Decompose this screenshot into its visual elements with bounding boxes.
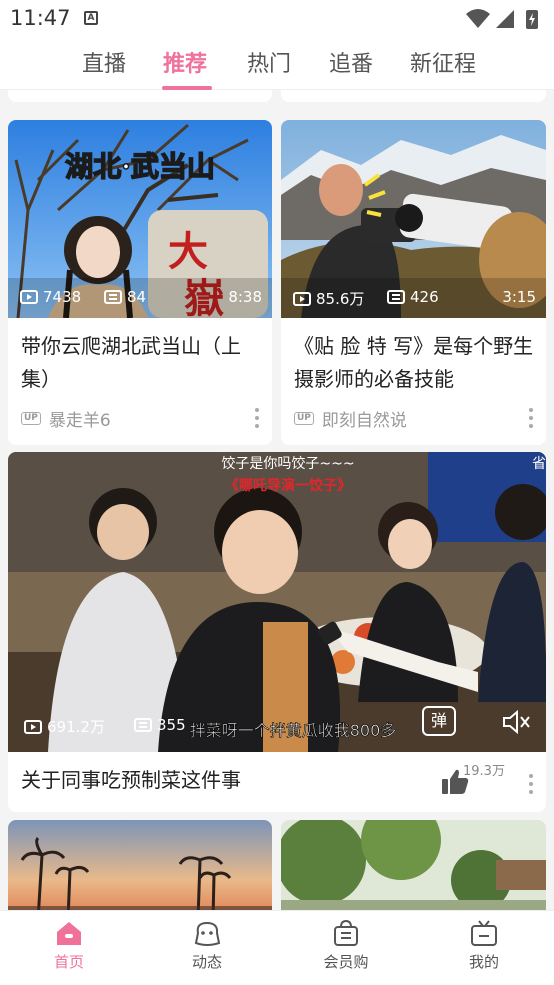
video-card-partial[interactable]: [8, 90, 272, 102]
nav-shop[interactable]: 会员购: [301, 919, 391, 972]
danmaku-icon: [104, 290, 122, 304]
nav-home[interactable]: 首页: [24, 919, 114, 972]
tab-new-journey[interactable]: 新征程: [410, 46, 476, 78]
video-stats: 691.2万 355: [24, 716, 536, 738]
shop-icon: [334, 919, 358, 946]
view-count: 691.2万: [24, 716, 105, 737]
danmaku-count-text: 355: [157, 716, 186, 734]
mute-icon[interactable]: [500, 708, 532, 736]
thumbnail-title-text: 湖北·武当山: [65, 150, 215, 183]
view-count-text: 7438: [43, 288, 82, 306]
author-name: 暴走羊6: [48, 411, 111, 431]
video-thumbnail[interactable]: 85.6万 426 3:15: [281, 120, 546, 318]
video-card[interactable]: [281, 820, 546, 910]
status-icons: [466, 9, 538, 29]
video-card[interactable]: [8, 820, 272, 910]
video-feed[interactable]: 湖北·武当山 大 嶽 7438 84 8:38 带你云爬湖北武当山（上集） UP…: [0, 90, 554, 910]
nav-dynamic[interactable]: 动态: [162, 919, 252, 972]
view-count-text: 85.6万: [316, 290, 365, 308]
video-duration: 3:15: [502, 288, 536, 306]
notification-icon: A: [84, 11, 98, 25]
video-stats: 7438 84 8:38: [20, 288, 262, 310]
more-options-icon[interactable]: [254, 408, 260, 428]
bottom-nav: 首页 动态 会员购 我的: [0, 910, 554, 985]
video-card-wide[interactable]: 饺子是你吗饺子~~~ 《哪吒导演一饺子》 省 拌菜呀一个拌黄瓜收我800多 69…: [8, 452, 546, 812]
video-thumbnail[interactable]: 湖北·武当山 大 嶽 7438 84 8:38: [8, 120, 272, 318]
up-badge: UP: [294, 412, 314, 425]
play-count-icon: [24, 719, 42, 734]
danmaku-count-text: 84: [127, 288, 147, 306]
caption-red: 《哪吒导演一饺子》: [225, 477, 351, 494]
home-icon: [57, 922, 81, 945]
danmaku-count: 355: [134, 716, 186, 734]
status-bar: 11:47 A: [0, 0, 554, 38]
tab-live[interactable]: 直播: [82, 46, 126, 78]
video-thumbnail[interactable]: [8, 820, 272, 910]
more-options-icon[interactable]: [528, 408, 534, 428]
view-count-text: 691.2万: [47, 718, 105, 736]
danmaku-count-text: 426: [410, 288, 439, 306]
nav-dynamic-label: 动态: [191, 953, 222, 971]
view-count: 7438: [20, 288, 81, 306]
nav-mine[interactable]: 我的: [439, 919, 529, 972]
more-options-icon[interactable]: [528, 774, 534, 794]
danmaku-toggle-button[interactable]: 弹: [422, 706, 456, 736]
tv-icon: [471, 920, 497, 946]
video-player-preview[interactable]: 饺子是你吗饺子~~~ 《哪吒导演一饺子》 省 拌菜呀一个拌黄瓜收我800多 69…: [8, 452, 546, 752]
video-card[interactable]: 85.6万 426 3:15 《贴 脸 特 写》是每个野生摄影师的必备技能 UP…: [281, 120, 546, 445]
danmaku-count: 84: [104, 288, 146, 306]
stone-character: 大: [168, 228, 208, 275]
status-time: 11:47: [10, 6, 71, 30]
danmaku-icon: [134, 718, 152, 732]
author-name: 即刻自然说: [321, 411, 407, 431]
video-card-partial[interactable]: [281, 90, 546, 102]
dynamic-icon: [194, 921, 221, 946]
play-count-icon: [20, 290, 38, 304]
caption-corner: 省: [532, 456, 546, 472]
top-tabs: 直播 推荐 热门 追番 新征程: [0, 38, 554, 90]
nav-home-label: 首页: [53, 953, 84, 971]
wifi-icon: [466, 9, 490, 28]
view-count: 85.6万: [293, 288, 364, 309]
video-card[interactable]: 湖北·武当山 大 嶽 7438 84 8:38 带你云爬湖北武当山（上集） UP…: [8, 120, 272, 445]
tab-hot[interactable]: 热门: [247, 46, 291, 78]
video-title[interactable]: 带你云爬湖北武当山（上集）: [21, 330, 260, 396]
nav-mine-label: 我的: [468, 953, 499, 971]
up-badge: UP: [21, 412, 41, 425]
video-author[interactable]: UP 即刻自然说: [294, 406, 407, 431]
video-title[interactable]: 《贴 脸 特 写》是每个野生摄影师的必备技能: [294, 330, 534, 396]
video-stats: 85.6万 426 3:15: [293, 288, 536, 310]
danmaku-icon: [387, 290, 405, 304]
video-thumbnail[interactable]: [281, 820, 546, 910]
caption-top: 饺子是你吗饺子~~~: [221, 456, 354, 472]
like-count: 19.3万: [463, 764, 505, 779]
tab-recommend[interactable]: 推荐: [163, 46, 207, 78]
nav-shop-label: 会员购: [323, 953, 369, 971]
video-duration: 8:38: [228, 288, 262, 306]
play-count-icon: [293, 291, 311, 306]
danmaku-count: 426: [387, 288, 439, 306]
tab-bangumi[interactable]: 追番: [329, 46, 373, 78]
danmaku-toggle-label: 弹: [430, 711, 447, 730]
signal-icon: [496, 10, 514, 28]
video-author[interactable]: UP 暴走羊6: [21, 406, 111, 431]
